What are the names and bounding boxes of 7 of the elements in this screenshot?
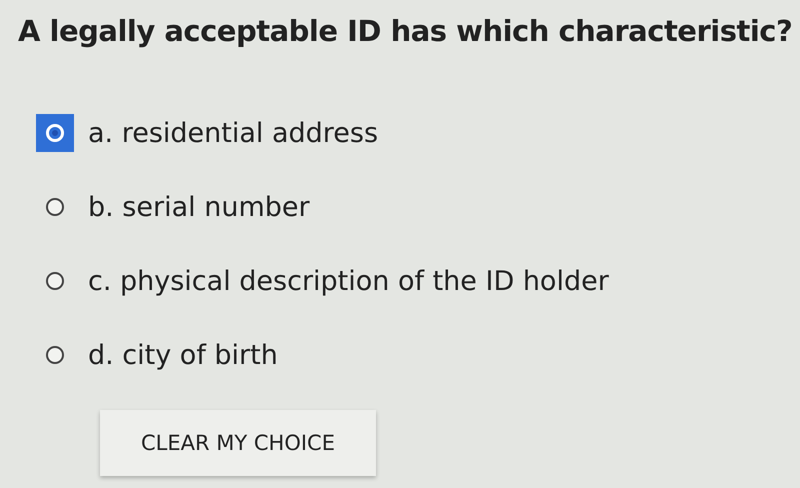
option-label[interactable]: a. residential address	[88, 118, 378, 148]
question-text: A legally acceptable ID has which characteristic?	[18, 14, 794, 48]
clear-choice-button[interactable]: CLEAR MY CHOICE	[100, 410, 376, 476]
option-label[interactable]: c. physical description of the ID holder	[88, 266, 609, 296]
option-label[interactable]: d. city of birth	[88, 340, 278, 370]
radio-button[interactable]	[36, 114, 74, 152]
option-label[interactable]: b. serial number	[88, 192, 310, 222]
